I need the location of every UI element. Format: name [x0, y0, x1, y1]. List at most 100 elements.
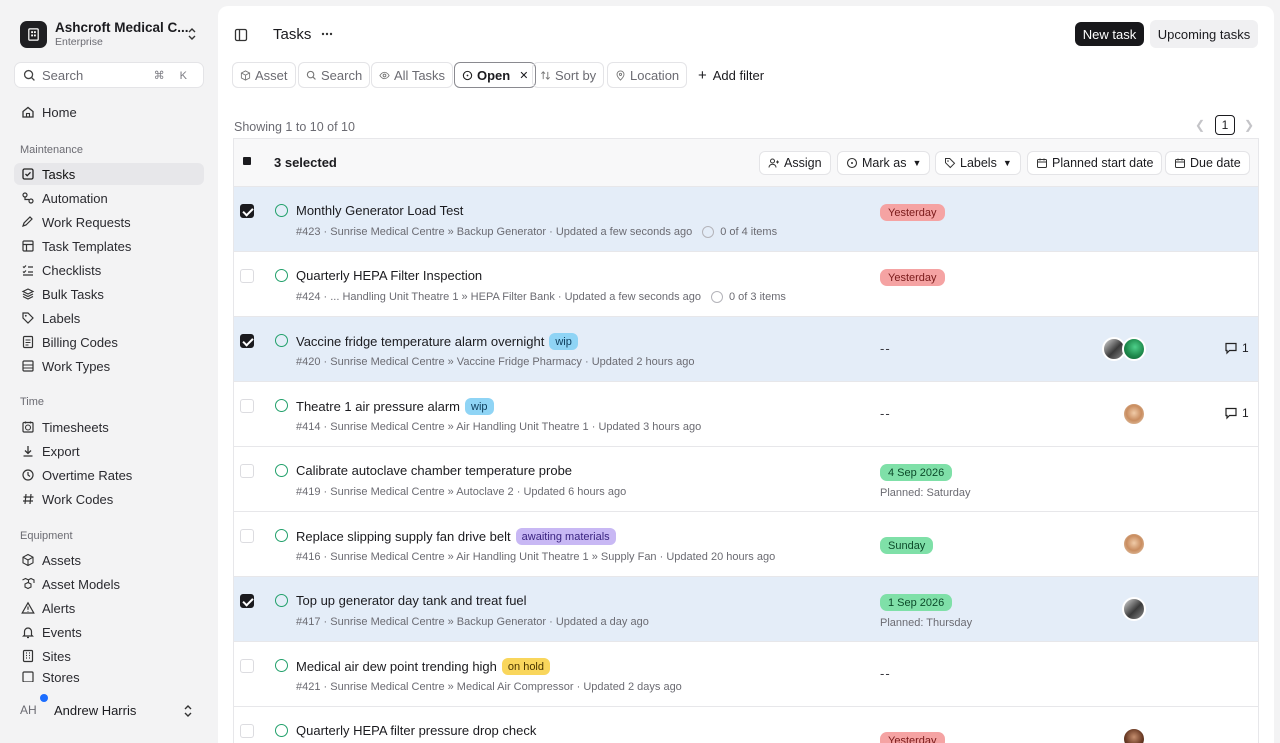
- sidebar-item-work-types[interactable]: Work Types: [14, 355, 204, 377]
- task-title[interactable]: Vaccine fridge temperature alarm overnig…: [296, 333, 578, 350]
- task-title[interactable]: Replace slipping supply fan drive belt aw…: [296, 528, 616, 545]
- row-checkbox[interactable]: [240, 204, 254, 218]
- sidebar-item-home[interactable]: Home: [14, 101, 204, 123]
- status-open-icon[interactable]: [275, 399, 288, 412]
- task-title[interactable]: Top up generator day tank and treat fuel: [296, 593, 527, 608]
- table-row[interactable]: Vaccine fridge temperature alarm overnig…: [234, 317, 1258, 382]
- progress-ring-icon: [702, 226, 715, 238]
- sidebar-item-bulk-tasks[interactable]: Bulk Tasks: [14, 283, 204, 305]
- comment-count[interactable]: 1: [1224, 341, 1249, 355]
- status-open-icon[interactable]: [275, 659, 288, 672]
- row-checkbox[interactable]: [240, 399, 254, 413]
- status-open-icon[interactable]: [275, 594, 288, 607]
- task-title[interactable]: Quarterly HEPA Filter Inspection: [296, 268, 482, 283]
- row-checkbox[interactable]: [240, 464, 254, 478]
- sort-icon: [541, 70, 550, 80]
- planned-start-date-button[interactable]: Planned start date: [1027, 151, 1163, 175]
- table-row[interactable]: Replace slipping supply fan drive belt aw…: [234, 512, 1258, 577]
- sidebar-item-assets[interactable]: Assets: [14, 549, 204, 571]
- sidebar-item-work-codes[interactable]: Work Codes: [14, 488, 204, 510]
- org-name: Ashcroft Medical C...: [55, 19, 189, 35]
- table-row[interactable]: Calibrate autoclave chamber temperature …: [234, 447, 1258, 512]
- sidebar-item-tasks[interactable]: Tasks: [14, 163, 204, 185]
- due-badge: 1 Sep 2026: [880, 594, 953, 611]
- progress-ring-icon: [711, 291, 723, 303]
- task-title[interactable]: Quarterly HEPA filter pressure drop chec…: [296, 723, 536, 738]
- planned-date: Planned: Thursday: [880, 617, 973, 629]
- status-open-icon[interactable]: [275, 464, 288, 477]
- status-open-icon[interactable]: [275, 724, 288, 737]
- table-row[interactable]: Quarterly HEPA filter pressure drop chec…: [234, 707, 1258, 743]
- tasks-table: 3 selected Assign Mark as ▼ Labels ▼ Pla…: [233, 138, 1259, 743]
- more-icon[interactable]: [320, 27, 334, 41]
- table-row[interactable]: Top up generator day tank and treat fuel…: [234, 577, 1258, 642]
- table-row[interactable]: Quarterly HEPA Filter Inspection #424 · …: [234, 252, 1258, 317]
- status-open-icon[interactable]: [275, 334, 288, 347]
- hash-icon: [23, 493, 34, 505]
- sidebar-item-timesheets[interactable]: Timesheets: [14, 416, 204, 438]
- upcoming-tasks-button[interactable]: Upcoming tasks: [1150, 20, 1258, 48]
- sidebar-item-sites[interactable]: Sites: [14, 645, 204, 667]
- sidebar: Ashcroft Medical C... Enterprise Search …: [0, 0, 218, 743]
- task-meta: #419 · Sunrise Medical Centre » Autoclav…: [296, 486, 627, 498]
- status-open-icon[interactable]: [275, 269, 288, 282]
- status-open-icon[interactable]: [275, 529, 288, 542]
- row-checkbox[interactable]: [240, 269, 254, 283]
- chevron-right-icon[interactable]: ❯: [1244, 118, 1254, 132]
- comment-icon: [1225, 407, 1237, 420]
- sidebar-item-stores[interactable]: Stores: [14, 668, 204, 682]
- due-badge: Sunday: [880, 537, 934, 554]
- sidebar-item-checklists[interactable]: Checklists: [14, 259, 204, 281]
- filter-location[interactable]: Location: [607, 62, 688, 88]
- search-icon: [306, 70, 316, 80]
- chevron-left-icon[interactable]: ❮: [1195, 118, 1205, 132]
- row-checkbox[interactable]: [240, 594, 254, 608]
- sidebar-item-events[interactable]: Events: [14, 621, 204, 643]
- filter-sort-by[interactable]: Sort by: [532, 62, 605, 88]
- task-title[interactable]: Monthly Generator Load Test: [296, 203, 463, 218]
- filter-all-tasks[interactable]: All Tasks: [371, 62, 454, 88]
- sidebar-item-overtime-rates[interactable]: Overtime Rates: [14, 464, 204, 486]
- row-checkbox[interactable]: [240, 529, 254, 543]
- sidebar-item-asset-models[interactable]: Asset Models: [14, 573, 204, 595]
- filter-asset[interactable]: Asset: [232, 62, 296, 88]
- org-switcher[interactable]: Ashcroft Medical C... Enterprise: [20, 20, 204, 48]
- sidebar-item-task-templates[interactable]: Task Templates: [14, 235, 204, 257]
- page-number[interactable]: 1: [1215, 115, 1235, 135]
- sidebar-item-work-requests[interactable]: Work Requests: [14, 211, 204, 233]
- assign-button[interactable]: Assign: [759, 151, 831, 175]
- task-title[interactable]: Medical air dew point trending high on ho…: [296, 658, 550, 675]
- sidebar-item-labels[interactable]: Labels: [14, 307, 204, 329]
- row-checkbox[interactable]: [240, 334, 254, 348]
- select-all-checkbox[interactable]: [243, 157, 251, 165]
- task-title[interactable]: Theatre 1 air pressure alarm wip: [296, 398, 494, 415]
- status-open-icon[interactable]: [275, 204, 288, 217]
- sidebar-item-export[interactable]: Export: [14, 440, 204, 462]
- table-row[interactable]: Theatre 1 air pressure alarm wip #414 · S…: [234, 382, 1258, 447]
- due-badge: Yesterday: [880, 269, 945, 286]
- comment-count[interactable]: 1: [1224, 406, 1249, 420]
- add-filter-button[interactable]: + Add filter: [698, 68, 764, 83]
- table-row[interactable]: Monthly Generator Load Test #423 · Sunri…: [234, 187, 1258, 252]
- user-menu[interactable]: AH Andrew Harris: [20, 694, 204, 722]
- labels-button[interactable]: Labels ▼: [935, 151, 1021, 175]
- filter-open[interactable]: Open ✕: [454, 62, 537, 88]
- task-meta: #424 · ... Handling Unit Theatre 1 » HEP…: [296, 291, 786, 303]
- due-date-button[interactable]: Due date: [1165, 151, 1250, 175]
- filter-search[interactable]: Search: [298, 62, 371, 88]
- new-task-button[interactable]: New task: [1075, 22, 1144, 46]
- sidebar-item-automation[interactable]: Automation: [14, 187, 204, 209]
- sidebar-toggle-icon[interactable]: [234, 28, 248, 42]
- row-checkbox[interactable]: [240, 724, 254, 738]
- table-row[interactable]: Medical air dew point trending high on ho…: [234, 642, 1258, 707]
- remove-filter-icon[interactable]: ✕: [519, 69, 528, 82]
- checklist-progress: 0 of 3 items: [711, 291, 786, 303]
- sidebar-item-alerts[interactable]: Alerts: [14, 597, 204, 619]
- sidebar-item-billing-codes[interactable]: Billing Codes: [14, 331, 204, 353]
- row-checkbox[interactable]: [240, 659, 254, 673]
- task-meta: #416 · Sunrise Medical Centre » Air Hand…: [296, 551, 776, 563]
- avatar: [1122, 532, 1146, 556]
- task-title[interactable]: Calibrate autoclave chamber temperature …: [296, 463, 572, 478]
- mark-as-button[interactable]: Mark as ▼: [837, 151, 931, 175]
- sidebar-search-input[interactable]: Search ⌘ K: [14, 62, 204, 88]
